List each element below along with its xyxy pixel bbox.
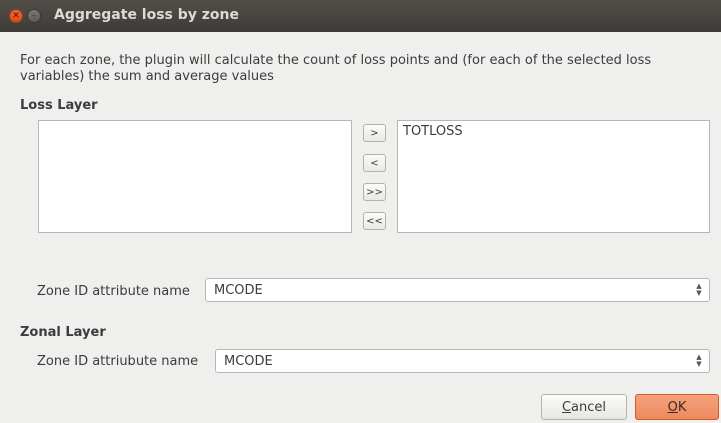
combo-arrows-icon: ▲ ▼ <box>696 282 702 297</box>
ok-mnemonic: O <box>667 399 678 415</box>
list-item[interactable]: TOTLOSS <box>398 121 709 142</box>
zonal-zone-id-select[interactable]: MCODE ▲ ▼ <box>215 349 710 373</box>
add-selected-button[interactable]: > <box>363 124 386 142</box>
close-window-icon[interactable]: ✕ <box>9 9 23 23</box>
loss-zone-id-value: MCODE <box>214 282 263 298</box>
loss-zone-id-select[interactable]: MCODE ▲ ▼ <box>205 278 710 302</box>
selected-fields-list[interactable]: TOTLOSS <box>397 120 710 233</box>
loss-layer-label: Loss Layer <box>20 98 98 113</box>
title-bar: ✕ – Aggregate loss by zone <box>0 0 721 32</box>
combo-arrows-icon: ▲ ▼ <box>696 353 702 368</box>
available-fields-list[interactable] <box>38 120 352 233</box>
zonal-zone-id-value: MCODE <box>224 353 273 369</box>
cancel-button[interactable]: Cancel <box>541 394 627 420</box>
description-text: For each zone, the plugin will calculate… <box>20 53 652 84</box>
window-title: Aggregate loss by zone <box>54 7 240 23</box>
ok-button[interactable]: OK <box>635 394 719 420</box>
minimize-window-icon[interactable]: – <box>27 9 41 23</box>
cancel-mnemonic: C <box>561 399 572 415</box>
cancel-label: ancel <box>571 399 607 415</box>
add-all-button[interactable]: >> <box>363 183 386 201</box>
remove-selected-button[interactable]: < <box>363 154 386 172</box>
loss-zone-id-label: Zone ID attribute name <box>37 284 190 299</box>
remove-all-button[interactable]: << <box>363 212 386 230</box>
zonal-zone-id-label: Zone ID attriubute name <box>37 354 199 369</box>
zonal-layer-label: Zonal Layer <box>20 325 106 340</box>
ok-label: K <box>677 399 687 415</box>
